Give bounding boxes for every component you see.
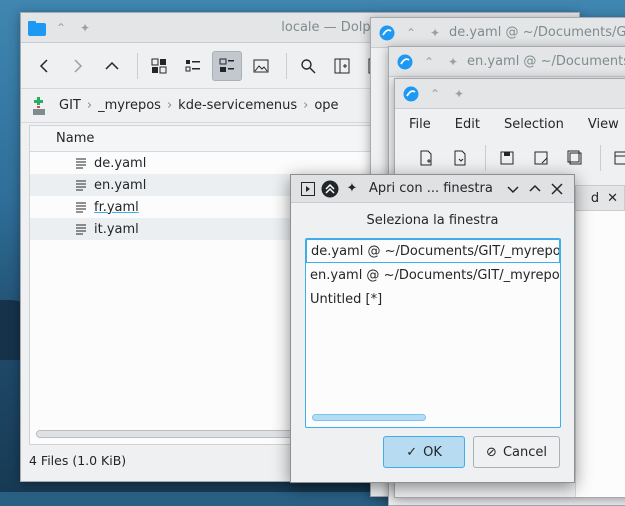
search-icon[interactable] [293, 51, 323, 81]
toolbar-separator [600, 145, 601, 171]
cancel-icon: ⊘ [486, 444, 497, 460]
file-name: de.yaml [94, 155, 147, 171]
new-file-icon[interactable] [411, 143, 441, 173]
text-file-icon [76, 202, 86, 213]
keep-above-icon[interactable]: ⌃ [419, 52, 439, 72]
kate-app-icon [377, 23, 397, 43]
save-all-icon[interactable] [560, 143, 590, 173]
window-list-item[interactable]: en.yaml @ ~/Documents/GIT/_myrepos/k [306, 263, 560, 287]
forward-button[interactable] [63, 51, 93, 81]
kate-app-icon [401, 84, 421, 104]
breadcrumb-separator: › [166, 98, 173, 113]
back-button[interactable] [29, 51, 59, 81]
preview-button[interactable] [246, 51, 276, 81]
breadcrumb-separator: › [303, 98, 309, 113]
horizontal-scrollbar[interactable] [312, 414, 426, 421]
dialog-titlebar[interactable]: ✦ Apri con ... finestra [291, 175, 574, 203]
kate-menubar: File Edit Selection View G [395, 109, 625, 139]
keep-above-icon[interactable]: ⌃ [51, 18, 71, 38]
file-name: it.yaml [94, 221, 139, 237]
kate-titlebar-untitled[interactable]: ⌃ ✦ [395, 79, 625, 109]
check-icon: ✓ [406, 444, 418, 460]
breadcrumb-kde-servicemenus[interactable]: kde-servicemenus [178, 98, 297, 113]
up-button[interactable] [97, 51, 127, 81]
pin-icon[interactable]: ✦ [425, 23, 445, 43]
document-tab[interactable]: d ✕ [575, 185, 625, 211]
git-icon [29, 96, 49, 116]
dialog-title: Apri con ... finestra [369, 181, 493, 196]
kate-toolbar [395, 139, 625, 177]
window-list-item[interactable]: de.yaml @ ~/Documents/GIT/_myrepos/k [306, 239, 560, 263]
kate-title-de: de.yaml @ ~/Documents/GIT [449, 25, 625, 40]
kate-titlebar-en[interactable]: ⌃ ✦ en.yaml @ ~/Documents/GIT/_ [389, 47, 625, 77]
window-list-item[interactable]: Untitled [*] [306, 287, 560, 311]
dolphin-app-icon [27, 18, 47, 38]
pin-icon[interactable]: ✦ [449, 84, 469, 104]
toolbar-separator [485, 145, 486, 171]
ok-button[interactable]: ✓ OK [383, 436, 466, 468]
details-view-button[interactable] [212, 50, 242, 81]
text-file-icon [76, 180, 86, 191]
breadcrumb-myrepos[interactable]: _myrepos [98, 98, 161, 113]
close-tab-icon[interactable]: ✕ [607, 191, 618, 206]
maximize-icon[interactable] [524, 178, 546, 200]
cancel-label: Cancel [502, 444, 547, 460]
breadcrumb-git[interactable]: GIT [59, 98, 81, 113]
dialog-label: Seleziona la finestra [366, 213, 499, 228]
cancel-button[interactable]: ⊘ Cancel [473, 436, 560, 468]
kate-title-en: en.yaml @ ~/Documents/GIT/_ [467, 54, 625, 69]
text-file-icon [76, 158, 86, 169]
open-file-icon[interactable] [445, 143, 475, 173]
open-with-window-dialog: ✦ Apri con ... finestra Seleziona la fin… [290, 174, 575, 483]
file-name: en.yaml [94, 177, 147, 193]
keep-above-icon[interactable] [319, 178, 341, 200]
split-view-button[interactable] [327, 51, 357, 81]
menu-file[interactable]: File [409, 117, 431, 132]
editor-area[interactable] [575, 211, 625, 497]
pin-icon[interactable]: ✦ [75, 18, 95, 38]
close-icon[interactable] [546, 178, 568, 200]
pin-icon[interactable]: ✦ [341, 178, 363, 200]
menu-view[interactable]: View [588, 117, 619, 132]
save-as-icon[interactable] [526, 143, 556, 173]
save-icon[interactable] [492, 143, 522, 173]
ok-label: OK [423, 444, 442, 460]
column-header-label: Name [56, 131, 95, 146]
status-bar: 4 Files (1.0 KiB) [29, 453, 127, 468]
breadcrumb-open[interactable]: ope [314, 98, 338, 113]
breadcrumb-separator: › [86, 98, 93, 113]
minimize-icon[interactable] [502, 178, 524, 200]
document-tab-label: d [590, 190, 600, 206]
dialog-buttons: ✓ OK ⊘ Cancel [383, 436, 560, 468]
keep-above-icon[interactable]: ⌃ [401, 23, 421, 43]
menu-edit[interactable]: Edit [455, 117, 480, 132]
window-menu-icon[interactable] [297, 178, 319, 200]
text-file-icon [76, 224, 86, 235]
kate-app-icon [395, 52, 415, 72]
kate-titlebar-de[interactable]: ⌃ ✦ de.yaml @ ~/Documents/GIT [371, 18, 625, 48]
window-list: de.yaml @ ~/Documents/GIT/_myrepos/k en.… [305, 238, 561, 428]
keep-above-icon[interactable]: ⌃ [425, 84, 445, 104]
pin-icon[interactable]: ✦ [443, 52, 463, 72]
split-icon[interactable] [607, 143, 625, 173]
icons-view-button[interactable] [144, 51, 174, 81]
menu-selection[interactable]: Selection [504, 117, 564, 132]
toolbar-separator-2 [286, 52, 287, 79]
toolbar-separator [137, 52, 138, 79]
file-name: fr.yaml [94, 199, 139, 215]
compact-view-button[interactable] [178, 51, 208, 81]
